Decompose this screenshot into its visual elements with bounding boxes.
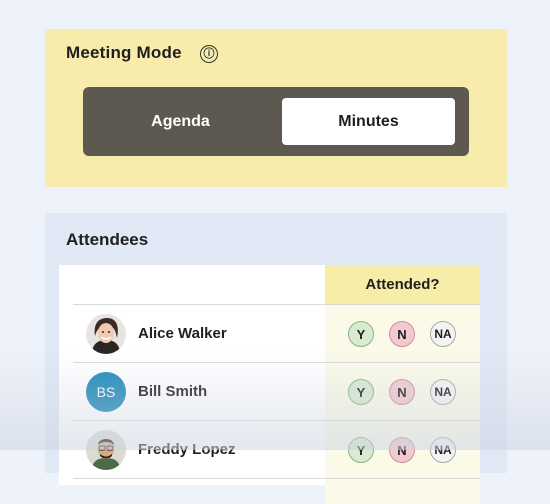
attended-column-header: Attended? bbox=[325, 265, 480, 304]
table-row: Alice Walker Y N NA bbox=[73, 305, 480, 363]
agenda-tab[interactable]: Agenda bbox=[94, 98, 267, 145]
meeting-mode-card: Meeting Mode ⓘ Agenda Minutes bbox=[45, 29, 507, 187]
table-row: Freddy Lopez Y N NA bbox=[73, 421, 480, 479]
meeting-mode-toggle: Agenda Minutes bbox=[83, 87, 469, 156]
attendees-table: Attended? Alice Walker Y N NA BS Bill Sm… bbox=[59, 265, 480, 504]
minutes-tab[interactable]: Minutes bbox=[282, 98, 455, 145]
meeting-mode-title: Meeting Mode bbox=[66, 43, 182, 62]
attended-no-button[interactable]: N bbox=[389, 321, 415, 347]
person-photo-icon bbox=[86, 430, 126, 470]
attended-yes-button[interactable]: Y bbox=[348, 379, 374, 405]
person-photo-icon bbox=[86, 314, 126, 354]
attended-yes-button[interactable]: Y bbox=[348, 437, 374, 463]
table-row: BS Bill Smith Y N NA bbox=[73, 363, 480, 421]
attendee-name: Bill Smith bbox=[138, 383, 208, 400]
attended-na-button[interactable]: NA bbox=[430, 321, 456, 347]
avatar bbox=[86, 314, 126, 354]
avatar: BS bbox=[86, 372, 126, 412]
attended-no-button[interactable]: N bbox=[389, 437, 415, 463]
info-icon[interactable]: ⓘ bbox=[200, 45, 218, 63]
avatar bbox=[86, 430, 126, 470]
attended-na-button[interactable]: NA bbox=[430, 437, 456, 463]
attendee-name: Alice Walker bbox=[138, 325, 227, 342]
attendees-title: Attendees bbox=[66, 230, 149, 249]
attended-yes-button[interactable]: Y bbox=[348, 321, 374, 347]
attended-no-button[interactable]: N bbox=[389, 379, 415, 405]
attended-na-button[interactable]: NA bbox=[430, 379, 456, 405]
attendees-card: Attendees Attended? Alice Walker Y N NA bbox=[45, 213, 507, 504]
